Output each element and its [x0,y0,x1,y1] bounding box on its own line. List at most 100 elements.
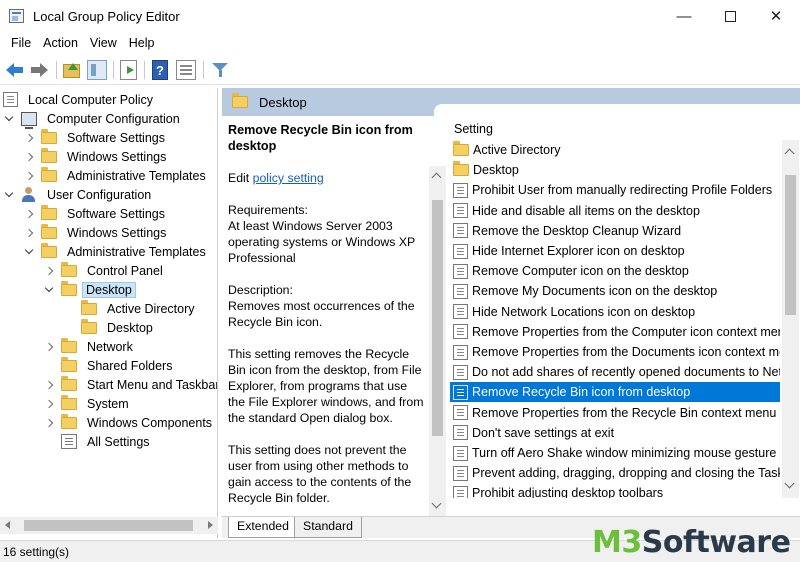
settings-policy-row[interactable]: Hide Network Locations icon on desktop [450,302,780,322]
scroll-thumb[interactable] [24,520,193,531]
scroll-down-icon[interactable] [784,478,795,489]
show-hide-console-tree-icon[interactable] [87,60,107,80]
chevron-down-icon[interactable] [43,284,55,296]
scroll-up-icon[interactable] [431,172,442,183]
tree-item-start-menu-and-taskbar[interactable]: Start Menu and Taskbar [43,375,217,394]
scroll-right-icon[interactable] [208,521,213,529]
chevron-right-icon[interactable] [43,341,55,353]
settings-policy-row[interactable]: Remove Properties from the Documents ico… [450,342,780,362]
settings-policy-row[interactable]: Remove Properties from the Computer icon… [450,322,780,342]
chevron-right-icon[interactable] [43,265,55,277]
folder-icon [453,161,469,177]
settings-policy-row[interactable]: Prevent adding, dragging, dropping and c… [450,463,780,483]
user-icon [21,187,37,202]
folder-icon [41,242,57,258]
tree-item-desktop-child[interactable]: Desktop [81,318,158,337]
policy-setting-icon [453,384,468,400]
filter-icon[interactable] [210,60,230,80]
settings-scrollbar[interactable] [782,140,799,498]
description-scrollbar[interactable] [429,166,446,518]
up-one-level-icon[interactable] [63,63,80,78]
tree-item-network[interactable]: Network [43,337,138,356]
chevron-right-icon[interactable] [43,417,55,429]
chevron-down-icon[interactable] [3,189,15,201]
folder-icon [61,356,77,372]
tree-item-windows-settings[interactable]: Windows Settings [23,147,171,166]
settings-policy-row[interactable]: Turn off Aero Shake window minimizing mo… [450,443,780,463]
settings-policy-row[interactable]: Remove Properties from the Recycle Bin c… [450,403,780,423]
chevron-down-icon[interactable] [23,246,35,258]
policy-setting-icon [453,203,468,219]
properties-icon[interactable] [176,60,196,80]
scroll-left-icon[interactable] [5,521,10,529]
setting-label: Hide Internet Explorer icon on desktop [472,244,685,258]
folder-icon [232,93,248,108]
tab-extended[interactable]: Extended [228,517,298,538]
tree-item-computer-configuration[interactable]: Computer Configuration [3,109,185,129]
settings-policy-row[interactable]: Remove Recycle Bin icon from desktop [450,382,780,403]
scroll-thumb[interactable] [785,175,796,315]
setting-label: Do not add shares of recently opened doc… [472,365,780,380]
close-button[interactable]: ✕ [753,0,799,32]
settings-policy-row[interactable]: Remove Computer icon on the desktop [450,261,780,281]
settings-policy-row[interactable]: Remove the Desktop Cleanup Wizard [450,221,780,241]
settings-policy-row[interactable]: Remove My Documents icon on the desktop [450,281,780,301]
tree-item-software-settings[interactable]: Software Settings [23,204,170,223]
folder-icon [453,141,469,156]
tree-item-system[interactable]: System [43,394,134,413]
policy-setting-link[interactable]: policy setting [253,171,324,185]
settings-policy-row[interactable]: Do not add shares of recently opened doc… [450,362,780,382]
policy-setting-icon [453,425,468,441]
chevron-right-icon[interactable] [23,151,35,163]
tree-item-active-directory[interactable]: Active Directory [81,299,200,318]
tree-item-desktop[interactable]: Desktop [43,280,136,299]
settings-policy-row[interactable]: Hide Internet Explorer icon on desktop [450,241,780,261]
chevron-right-icon[interactable] [23,208,35,220]
policy-setting-icon [453,364,468,380]
settings-policy-row[interactable]: Hide and disable all items on the deskto… [450,201,780,221]
tab-standard[interactable]: Standard [294,517,362,538]
tree-item-software-settings[interactable]: Software Settings [23,128,170,147]
column-header-setting[interactable]: Setting [454,122,493,136]
forward-arrow-icon[interactable] [30,63,48,77]
tree-horizontal-scrollbar[interactable] [0,517,218,534]
settings-policy-row[interactable]: Don't save settings at exit [450,423,780,443]
tree-item-windows-settings[interactable]: Windows Settings [23,223,171,242]
settings-policy-row[interactable]: Prohibit User from manually redirecting … [450,180,780,200]
menu-view[interactable]: View [84,33,123,55]
tree-item-user-configuration[interactable]: User Configuration [3,185,156,204]
chevron-right-icon[interactable] [43,379,55,391]
description-section: Description: Removes most occurrences of… [228,283,415,329]
back-arrow-icon[interactable] [6,63,24,77]
description-title: Remove Recycle Bin icon from desktop [228,123,413,153]
chevron-right-icon[interactable] [23,227,35,239]
scroll-thumb[interactable] [432,200,443,436]
policy-setting-icon [453,263,468,279]
scroll-up-icon[interactable] [784,148,795,159]
menu-help[interactable]: Help [123,33,161,55]
menu-file[interactable]: File [0,33,37,55]
settings-folder-row[interactable]: Active Directory [450,140,780,160]
chevron-right-icon[interactable] [23,132,35,144]
tree-item-control-panel[interactable]: Control Panel [43,261,168,280]
chevron-right-icon[interactable] [23,170,35,182]
settings-folder-row[interactable]: Desktop [450,160,780,180]
settings-policy-row[interactable]: Prohibit adjusting desktop toolbars [450,483,780,498]
scroll-down-icon[interactable] [431,498,442,509]
tree-item-all-settings[interactable]: All Settings [61,432,155,451]
chevron-down-icon[interactable] [3,113,15,125]
policy-setting-icon [453,304,468,320]
tree-item-shared-folders[interactable]: Shared Folders [61,356,177,375]
edit-line: Edit policy setting [228,171,324,185]
chevron-right-icon[interactable] [43,398,55,410]
tree-item-administrative-templates[interactable]: Administrative Templates [23,166,211,185]
menu-action[interactable]: Action [37,33,84,55]
folder-icon [41,223,57,239]
tree-item-local-computer-policy[interactable]: Local Computer Policy [3,90,158,109]
minimize-button[interactable]: — [661,0,707,32]
tree-item-administrative-templates[interactable]: Administrative Templates [23,242,211,261]
maximize-button[interactable] [707,0,753,32]
help-icon[interactable]: ? [152,60,168,80]
tree-item-windows-components[interactable]: Windows Components [43,413,217,432]
export-list-icon[interactable] [120,60,137,80]
